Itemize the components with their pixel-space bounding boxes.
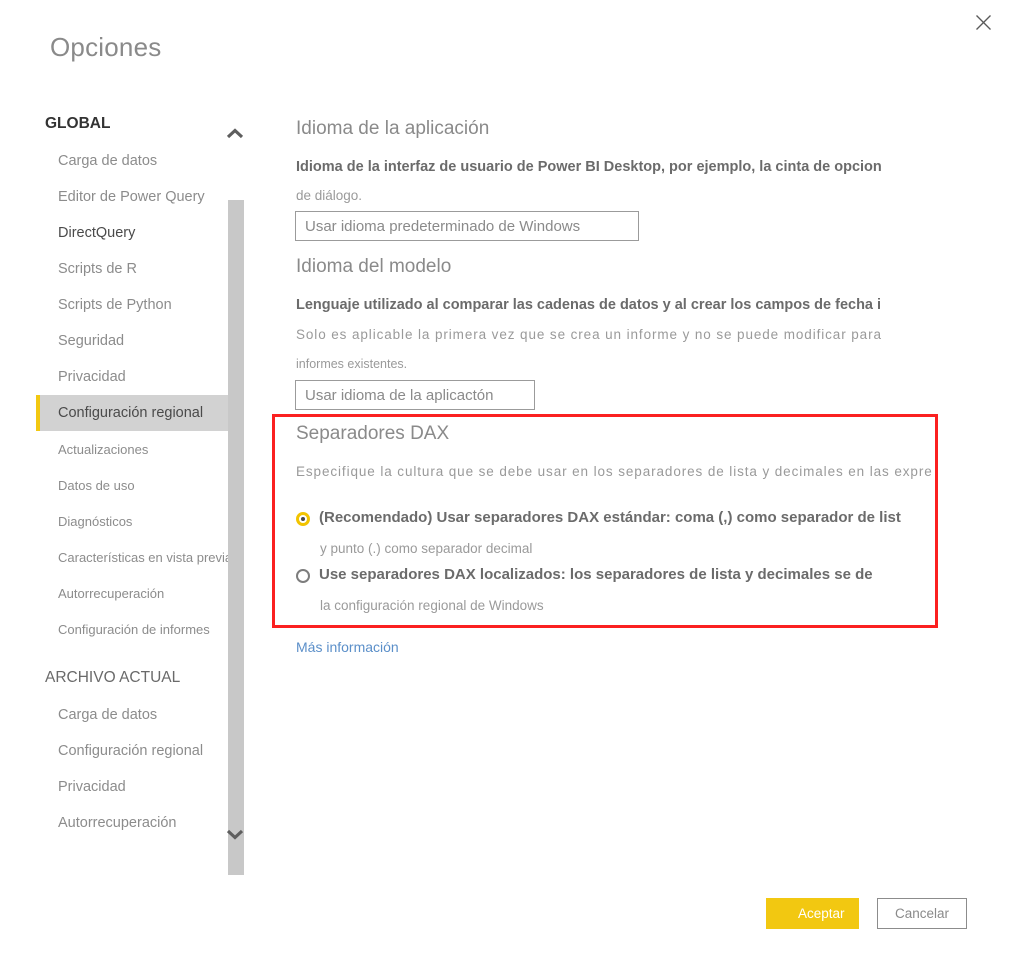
app-language-dropdown[interactable]: Usar idioma predeterminado de Windows bbox=[295, 211, 639, 241]
sidebar-item-editor-de-power-query[interactable]: Editor de Power Query bbox=[36, 179, 236, 215]
chevron-down-icon bbox=[226, 829, 244, 840]
sidebar-item-diagnosticos[interactable]: Diagnósticos bbox=[36, 503, 236, 539]
sidebar-item-directquery[interactable]: DirectQuery bbox=[36, 215, 236, 251]
sidebar-item-privacidad[interactable]: Privacidad bbox=[36, 769, 236, 805]
model-language-section-title: Idioma del modelo bbox=[296, 256, 452, 277]
sidebar-item-datos-de-uso[interactable]: Datos de uso bbox=[36, 467, 236, 503]
scrollbar-track[interactable] bbox=[226, 155, 244, 875]
options-dialog: Opciones GLOBAL Carga de datos Editor de P… bbox=[0, 0, 1011, 974]
sidebar-item-scripts-de-python[interactable]: Scripts de Python bbox=[36, 287, 236, 323]
dax-separators-description: Especifique la cultura que se debe usar … bbox=[296, 464, 933, 479]
app-language-section-title: Idioma de la aplicación bbox=[296, 118, 490, 139]
dax-option-standard[interactable]: (Recomendado) Usar separadores DAX están… bbox=[296, 509, 901, 526]
model-language-description-line3: informes existentes. bbox=[296, 357, 408, 371]
sidebar-item-carga-de-datos[interactable]: Carga de datos bbox=[36, 697, 236, 733]
close-button[interactable] bbox=[963, 4, 1003, 40]
sidebar-item-autorrecuperacion[interactable]: Autorrecuperación bbox=[36, 575, 236, 611]
sidebar-scrollbar[interactable] bbox=[224, 115, 246, 875]
accept-button[interactable]: Aceptar bbox=[766, 898, 859, 929]
sidebar-item-configuracion-de-informes[interactable]: Configuración de informes bbox=[36, 611, 236, 647]
chevron-up-icon bbox=[226, 128, 244, 139]
dax-option-localized-sublabel: la configuración regional de Windows bbox=[320, 598, 544, 613]
sidebar-group-header: GLOBAL bbox=[45, 115, 111, 132]
sidebar-item-scripts-de-r[interactable]: Scripts de R bbox=[36, 251, 236, 287]
scrollbar-thumb[interactable] bbox=[228, 200, 244, 875]
cancel-button[interactable]: Cancelar bbox=[877, 898, 967, 929]
sidebar-item-seguridad[interactable]: Seguridad bbox=[36, 323, 236, 359]
model-language-description-line1: Lenguaje utilizado al comparar las caden… bbox=[296, 297, 882, 313]
sidebar: GLOBAL Carga de datos Editor de Power Quer… bbox=[36, 115, 236, 860]
model-language-dropdown[interactable]: Usar idioma de la aplicactón bbox=[295, 380, 535, 410]
sidebar-item-privacidad[interactable]: Privacidad bbox=[36, 359, 236, 395]
scroll-down-button[interactable] bbox=[224, 823, 246, 845]
dax-option-localized[interactable]: Use separadores DAX localizados: los sep… bbox=[296, 566, 873, 583]
radio-unselected-icon bbox=[296, 569, 310, 583]
sidebar-item-caracteristicas-en-vista-previa[interactable]: Características en vista previa bbox=[36, 539, 236, 575]
sidebar-group-header: ARCHIVO ACTUAL bbox=[45, 669, 181, 686]
radio-selected-icon bbox=[296, 512, 310, 526]
sidebar-item-autorrecuperacion[interactable]: Autorrecuperación bbox=[36, 805, 236, 841]
dax-separators-section-title: Separadores DAX bbox=[296, 423, 450, 444]
more-info-link[interactable]: Más información bbox=[296, 639, 399, 655]
scroll-up-button[interactable] bbox=[224, 123, 246, 145]
dax-option-standard-label: (Recomendado) Usar separadores DAX están… bbox=[319, 509, 901, 526]
sidebar-item-configuracion-regional[interactable]: Configuración regional bbox=[36, 395, 236, 431]
app-language-description-line1: Idioma de la interfaz de usuario de Powe… bbox=[296, 159, 882, 175]
sidebar-item-carga-de-datos[interactable]: Carga de datos bbox=[36, 143, 236, 179]
sidebar-item-configuracion-regional[interactable]: Configuración regional bbox=[36, 733, 236, 769]
page-title: Opciones bbox=[50, 32, 162, 62]
model-language-description-line2: Solo es aplicable la primera vez que se … bbox=[296, 327, 882, 342]
dax-option-localized-label: Use separadores DAX localizados: los sep… bbox=[319, 566, 873, 583]
app-language-description-line2: de diálogo. bbox=[296, 188, 363, 203]
sidebar-item-actualizaciones[interactable]: Actualizaciones bbox=[36, 431, 236, 467]
close-icon bbox=[975, 14, 991, 30]
dax-option-standard-sublabel: y punto (.) como separador decimal bbox=[320, 541, 533, 556]
